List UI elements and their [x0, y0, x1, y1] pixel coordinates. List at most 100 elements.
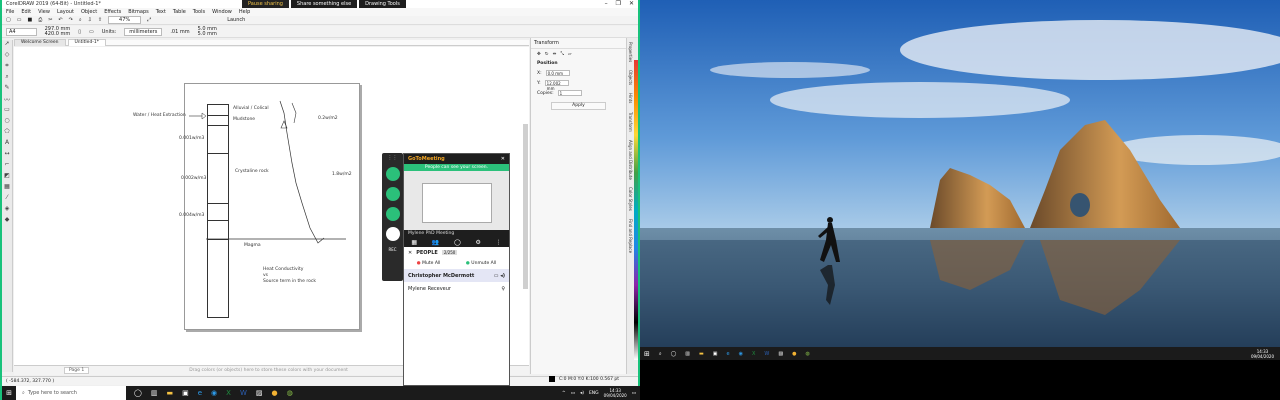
close-button[interactable]: ✕: [629, 0, 634, 7]
full-screen-icon[interactable]: ⤢: [147, 17, 151, 23]
task-switch-icon[interactable]: ▥: [685, 351, 690, 357]
zoom-select[interactable]: 47%: [108, 16, 142, 24]
label-heat-source-1[interactable]: 0.001w/m3: [179, 136, 204, 141]
task-switch-icon[interactable]: ▥: [151, 389, 158, 397]
portrait-icon[interactable]: ▯: [78, 29, 81, 35]
tab-untitled-1[interactable]: Untitled-1*: [67, 39, 107, 46]
notifications-icon[interactable]: ▭: [632, 391, 636, 396]
word-icon[interactable]: W: [764, 351, 769, 357]
menu-bitmaps[interactable]: Bitmaps: [128, 9, 149, 15]
microphone-icon[interactable]: [385, 167, 400, 181]
corel-icon[interactable]: ◍: [805, 351, 809, 357]
network-icon[interactable]: ▭: [571, 391, 575, 396]
volume-icon[interactable]: ◂): [580, 391, 584, 396]
search-icon[interactable]: ⌕: [659, 351, 662, 357]
label-mudstone[interactable]: Mudstone: [233, 117, 255, 122]
drop-shadow-icon[interactable]: ◩: [2, 172, 12, 183]
note-line-3[interactable]: Source term in the rock: [263, 279, 316, 284]
y-position-field[interactable]: 12.002 mm: [544, 80, 569, 91]
pick-tool-icon[interactable]: ➚: [2, 40, 12, 51]
more-icon[interactable]: ⋮: [496, 239, 502, 246]
polygon-tool-icon[interactable]: ⬠: [2, 128, 12, 139]
label-crystaline-rock[interactable]: Crystaline rock: [235, 169, 269, 174]
crop-tool-icon[interactable]: ⌗: [2, 62, 12, 73]
file-explorer-icon[interactable]: ▬: [699, 351, 704, 357]
unmute-all-button[interactable]: ● Unmute All: [466, 261, 496, 266]
eyedropper-icon[interactable]: ⁄: [2, 194, 12, 205]
size-icon[interactable]: ⤡: [560, 51, 564, 57]
label-flux-bottom[interactable]: 1.8w/m2: [332, 172, 352, 177]
edge-icon[interactable]: e: [727, 351, 730, 357]
paper-size-select[interactable]: A4: [6, 27, 37, 36]
search-icon[interactable]: ⌕: [79, 17, 82, 23]
tab-welcome-screen[interactable]: Welcome Screen: [14, 39, 66, 46]
clock[interactable]: 14:33 09/04/2020: [1251, 349, 1274, 359]
grid-icon[interactable]: ▦: [411, 239, 417, 246]
record-button[interactable]: REC: [382, 247, 403, 252]
launch-button[interactable]: Launch: [227, 17, 245, 23]
label-flux-top[interactable]: 0.2w/m2: [318, 116, 338, 121]
page-height-field[interactable]: 420.0 mm: [45, 31, 71, 37]
cut-icon[interactable]: ✂: [48, 17, 52, 23]
tab-properties[interactable]: Properties: [627, 38, 634, 66]
chat-icon[interactable]: ◯: [454, 239, 461, 246]
tab-align-distribute[interactable]: Align and Distribute: [627, 136, 634, 184]
ie-icon[interactable]: ◉: [739, 351, 743, 357]
menu-layout[interactable]: Layout: [57, 9, 74, 15]
tab-transform[interactable]: Transform: [627, 108, 634, 136]
skew-icon[interactable]: ▱: [568, 52, 571, 57]
language-indicator[interactable]: ENG: [589, 391, 599, 396]
nudge-field[interactable]: .01 mm: [170, 29, 189, 35]
apply-button[interactable]: Apply: [551, 102, 606, 110]
label-heat-source-3[interactable]: 0.004w/m3: [179, 213, 204, 218]
tray-chevron-icon[interactable]: ^: [562, 391, 566, 396]
print-icon[interactable]: ⎙: [38, 17, 42, 23]
import-icon[interactable]: ⇩: [88, 17, 92, 23]
open-icon[interactable]: ▭: [17, 17, 22, 23]
taskbar-search[interactable]: ⌕ Type here to search: [16, 386, 126, 400]
menu-edit[interactable]: Edit: [21, 9, 31, 15]
hang-up-icon[interactable]: [385, 227, 400, 241]
clock[interactable]: 14:33 09/04/2020: [604, 388, 627, 398]
new-icon[interactable]: ▢: [6, 17, 11, 23]
export-icon[interactable]: ⇧: [98, 17, 102, 23]
close-people-icon[interactable]: ✕: [408, 250, 412, 256]
minimize-button[interactable]: –: [605, 0, 608, 7]
artistic-media-icon[interactable]: 〰: [2, 95, 12, 106]
x-position-field[interactable]: 0.0 mm: [545, 70, 570, 76]
transparency-icon[interactable]: ▦: [2, 183, 12, 194]
store-icon[interactable]: ▣: [182, 389, 189, 397]
store-icon[interactable]: ▣: [713, 351, 718, 357]
edge-icon[interactable]: e: [198, 389, 202, 397]
photos-icon[interactable]: ▨: [778, 351, 783, 357]
page-tab[interactable]: Page 1: [64, 367, 90, 374]
drag-handle-icon[interactable]: ⋮⋮: [382, 153, 403, 161]
color-palette[interactable]: [634, 60, 638, 360]
menu-text[interactable]: Text: [156, 9, 166, 15]
label-magma[interactable]: Magma: [244, 243, 261, 248]
photos-icon[interactable]: ▨: [256, 389, 263, 397]
save-icon[interactable]: ■: [27, 17, 32, 23]
redo-icon[interactable]: ↷: [69, 17, 73, 23]
menu-view[interactable]: View: [38, 9, 50, 15]
rectangle-tool-icon[interactable]: ▭: [2, 106, 12, 117]
task-view-icon[interactable]: ◯: [671, 351, 677, 357]
label-water-heat-extraction[interactable]: Water / Heat Extraction: [133, 113, 186, 118]
attendee-row[interactable]: Christopher McDermott ▭ ◂): [404, 269, 509, 282]
gtm-brand[interactable]: GoToMeeting: [408, 156, 445, 162]
close-icon[interactable]: ✕: [501, 156, 505, 162]
menu-effects[interactable]: Effects: [104, 9, 121, 15]
menu-table[interactable]: Table: [173, 9, 186, 15]
duplicate-y-field[interactable]: 5.0 mm: [198, 31, 217, 37]
tab-objects[interactable]: Objects: [627, 66, 634, 89]
note-line-2[interactable]: vs: [263, 273, 268, 278]
menu-file[interactable]: File: [6, 9, 14, 15]
parallel-dimension-icon[interactable]: ↔: [2, 150, 12, 161]
freehand-tool-icon[interactable]: ✎: [2, 84, 12, 95]
interactive-fill-icon[interactable]: ◈: [2, 205, 12, 216]
connector-tool-icon[interactable]: ⌐: [2, 161, 12, 172]
note-line-1[interactable]: Heat Conductivity: [263, 267, 303, 272]
tab-color-styles[interactable]: Color Styles: [627, 183, 634, 215]
attendee-row[interactable]: Mylene Receveur ♀: [404, 282, 509, 295]
undo-icon[interactable]: ↶: [58, 17, 62, 23]
